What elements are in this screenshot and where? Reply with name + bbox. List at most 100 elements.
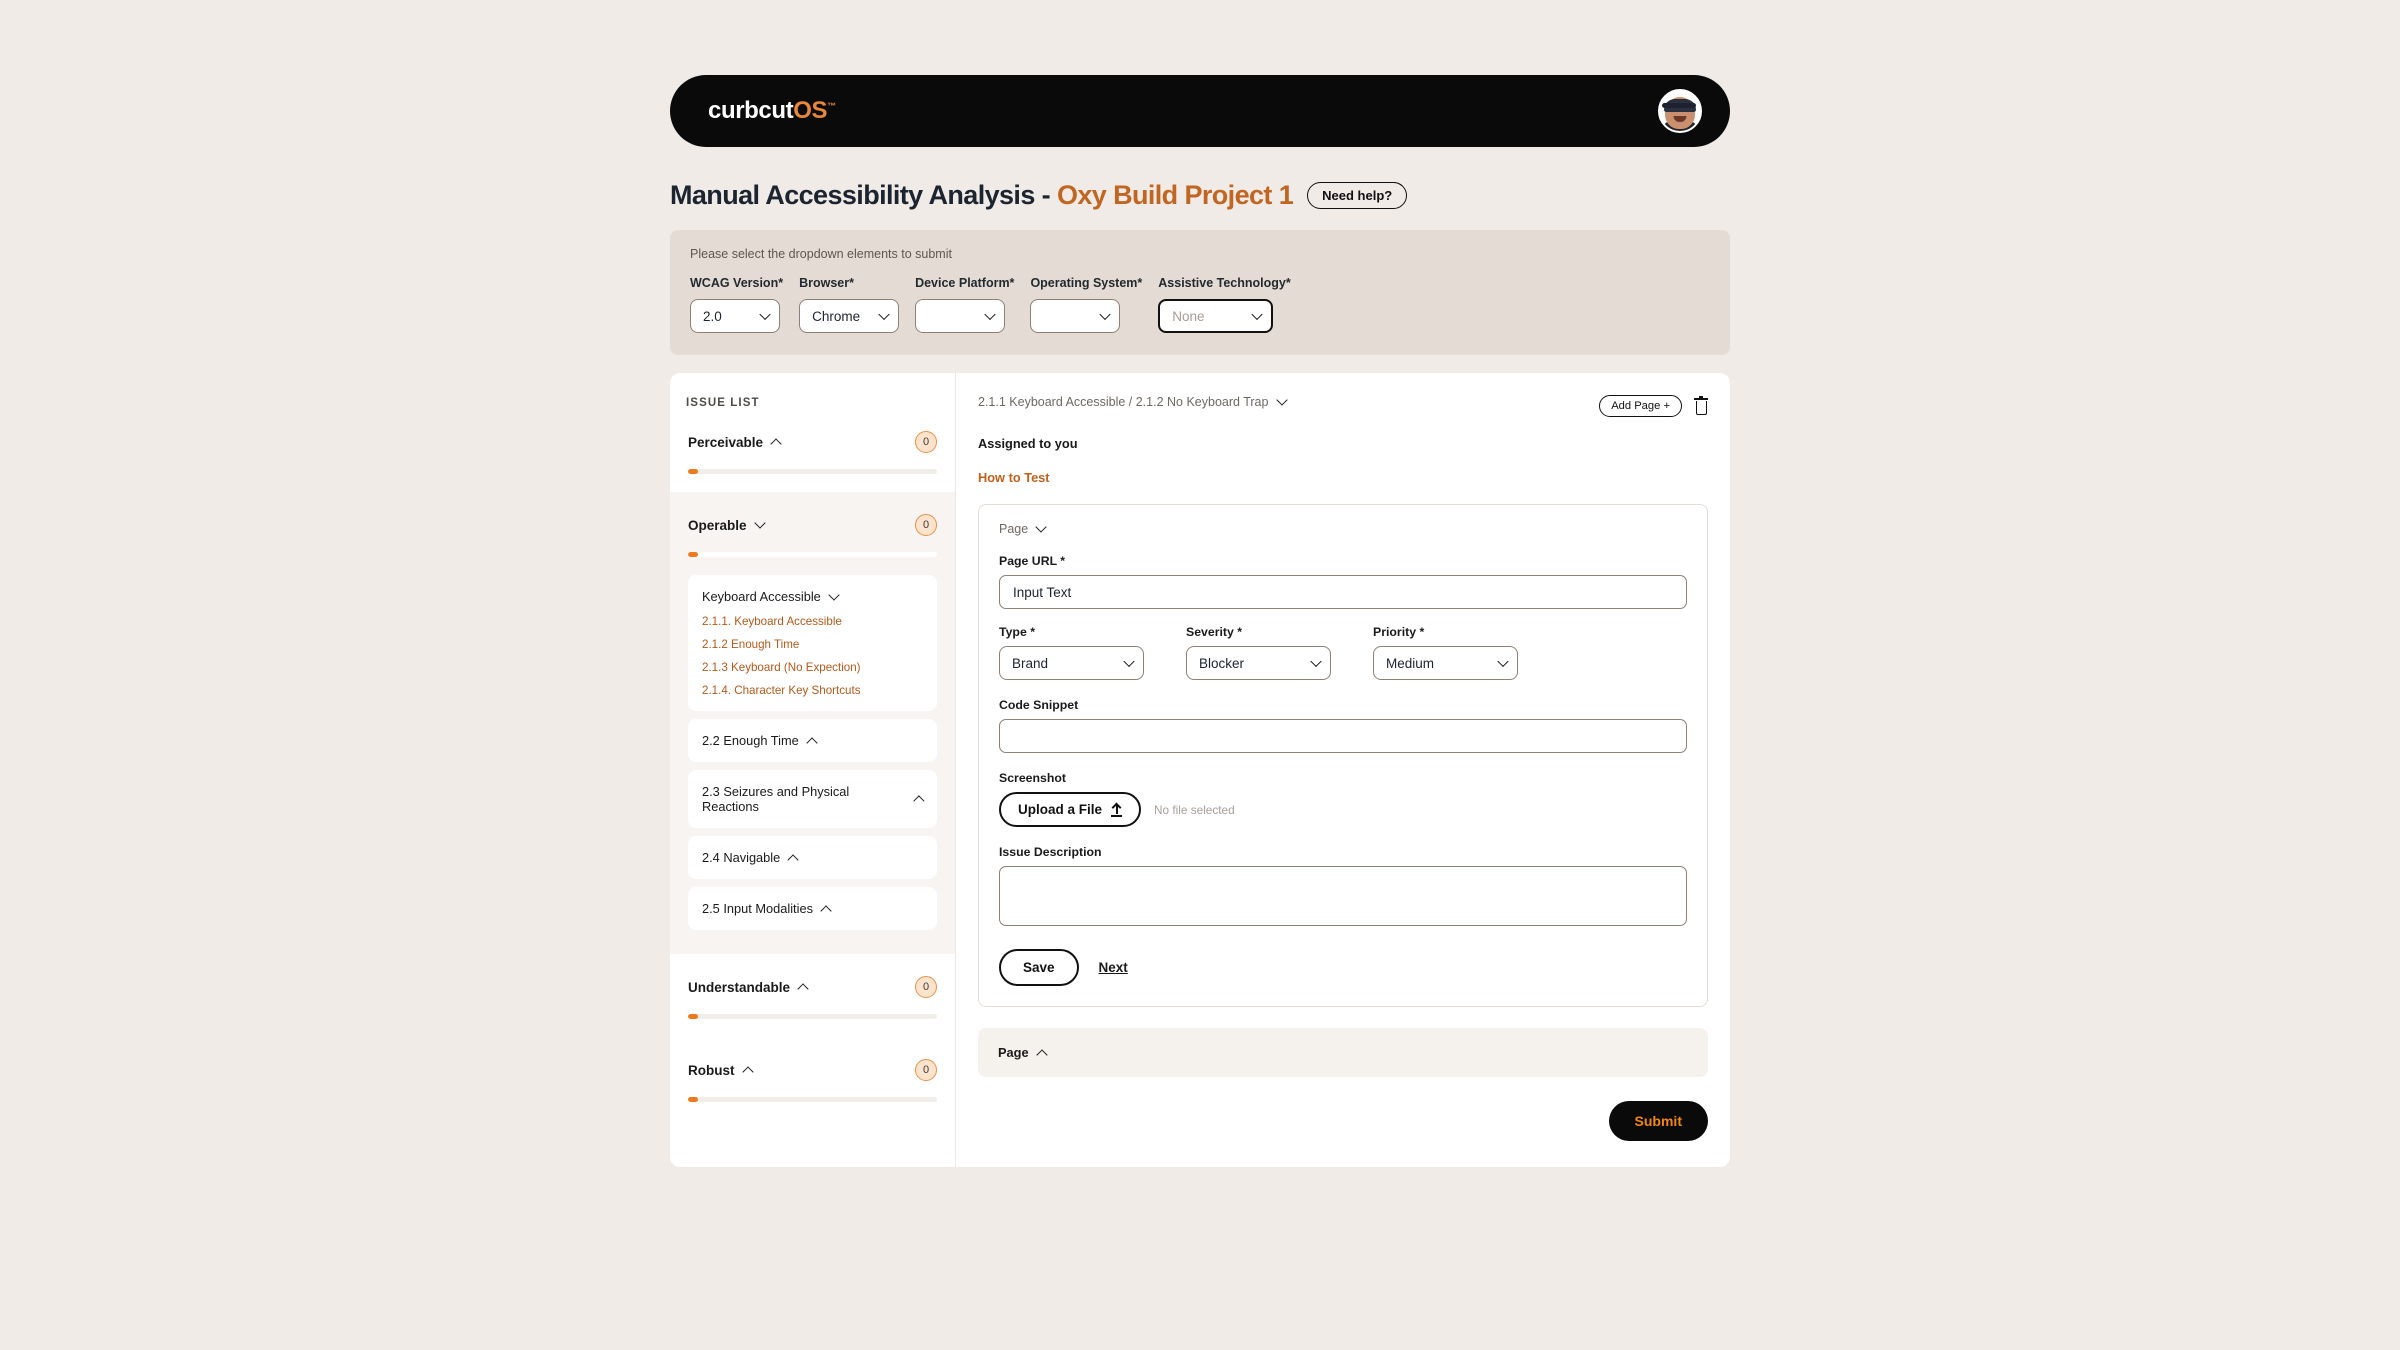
principle-header-robust[interactable]: Robust 0: [684, 1037, 941, 1081]
criterion-item[interactable]: 2.1.4. Character Key Shortcuts: [702, 684, 923, 697]
subgroup-label: Keyboard Accessible: [702, 589, 821, 604]
chevron-down-icon: [1497, 655, 1509, 668]
upload-file-button[interactable]: Upload a File: [999, 792, 1142, 827]
filter-hint: Please select the dropdown elements to s…: [690, 247, 952, 261]
criterion-item[interactable]: 2.1.2 Enough Time: [702, 638, 923, 651]
principle-header-understandable[interactable]: Understandable 0: [684, 954, 941, 998]
sidebar-principle-understandable: Understandable 0: [670, 954, 955, 1019]
form-action-row: Save Next: [999, 949, 1687, 986]
page-accordion-toggle[interactable]: Page: [999, 521, 1687, 536]
subgroup-keyboard-accessible: Keyboard Accessible 2.1.1. Keyboard Acce…: [688, 575, 937, 711]
type-value: Brand: [1012, 655, 1049, 671]
priority-label: Priority *: [1373, 625, 1425, 639]
avatar-cap-brim: [1662, 102, 1697, 108]
subgroup-header-input-modalities[interactable]: 2.5 Input Modalities: [702, 901, 923, 917]
filter-label-assistive: Assistive Technology*: [1158, 276, 1291, 290]
issue-description-textarea[interactable]: [999, 866, 1687, 926]
subgroup-seizures[interactable]: 2.3 Seizures and Physical Reactions: [688, 770, 937, 828]
chevron-down-icon: [984, 308, 996, 321]
second-page-accordion-label: Page: [998, 1045, 1029, 1060]
breadcrumb[interactable]: 2.1.1 Keyboard Accessible / 2.1.2 No Key…: [978, 394, 1289, 409]
breadcrumb-text: 2.1.1 Keyboard Accessible / 2.1.2 No Key…: [978, 395, 1269, 409]
criterion-item[interactable]: 2.1.1. Keyboard Accessible: [702, 615, 923, 628]
priority-select[interactable]: Medium: [1373, 646, 1518, 680]
principle-name-wrap: Understandable: [688, 979, 809, 995]
second-page-accordion[interactable]: Page: [978, 1028, 1708, 1077]
filter-operating-system: Operating System*: [1030, 276, 1142, 333]
chevron-down-icon: [1251, 308, 1263, 321]
filter-assistive-technology: Assistive Technology* None: [1158, 276, 1291, 333]
chevron-down-icon: [828, 588, 840, 601]
progress-fill: [688, 552, 698, 557]
code-snippet-input[interactable]: [999, 719, 1687, 753]
severity-field: Severity * Blocker: [1186, 625, 1331, 680]
principle-progress-bar: [688, 1097, 937, 1102]
progress-fill: [688, 1014, 698, 1019]
chevron-up-icon: [1035, 1048, 1048, 1061]
browser-select[interactable]: Chrome: [799, 299, 900, 333]
principle-progress-bar: [688, 469, 937, 474]
sidebar-principle-robust: Robust 0: [670, 1037, 955, 1102]
principle-progress-bar: [688, 1014, 937, 1019]
subgroup-input-modalities[interactable]: 2.5 Input Modalities: [688, 887, 937, 930]
assistive-technology-select[interactable]: None: [1158, 299, 1274, 333]
chevron-down-icon: [1276, 394, 1289, 406]
type-field: Type * Brand: [999, 625, 1144, 680]
severity-select[interactable]: Blocker: [1186, 646, 1331, 680]
principle-count-badge: 0: [915, 976, 937, 998]
main-panel-header: 2.1.1 Keyboard Accessible / 2.1.2 No Key…: [978, 394, 1708, 417]
type-label: Type *: [999, 625, 1035, 639]
content-area: ISSUE LIST Perceivable 0 Operable 0 Keyb…: [670, 373, 1730, 1167]
issue-description-label: Issue Description: [999, 845, 1102, 859]
filter-label-device: Device Platform*: [915, 276, 1015, 290]
principle-label-understandable: Understandable: [688, 979, 791, 995]
page-url-input[interactable]: [999, 575, 1687, 609]
principle-header-operable[interactable]: Operable 0: [684, 492, 941, 536]
curbcut-logo[interactable]: curbcutOS™: [708, 97, 836, 125]
need-help-button[interactable]: Need help?: [1307, 182, 1408, 209]
chevron-down-icon: [753, 517, 766, 529]
chevron-up-icon: [820, 904, 832, 917]
principle-header-perceivable[interactable]: Perceivable 0: [684, 409, 941, 453]
chevron-up-icon: [787, 853, 799, 866]
subgroup-navigable[interactable]: 2.4 Navigable: [688, 836, 937, 879]
avatar[interactable]: [1658, 89, 1702, 133]
assigned-label: Assigned to you: [978, 436, 1078, 451]
subgroup-header-seizures[interactable]: 2.3 Seizures and Physical Reactions: [702, 784, 925, 814]
principle-name-wrap: Perceivable: [688, 435, 782, 450]
subgroup-header-navigable[interactable]: 2.4 Navigable: [702, 850, 923, 866]
page-title-main: Manual Accessibility Analysis -: [670, 180, 1057, 210]
page-title-project: Oxy Build Project 1: [1056, 180, 1294, 210]
next-link[interactable]: Next: [1099, 960, 1128, 975]
assistive-technology-placeholder: None: [1172, 308, 1205, 324]
app-root: curbcutOS™ Manual Accessibility Analysis…: [670, 0, 1730, 1167]
issue-detail-panel: 2.1.1 Keyboard Accessible / 2.1.2 No Key…: [955, 373, 1730, 1167]
save-button[interactable]: Save: [999, 949, 1079, 986]
chevron-down-icon: [1310, 655, 1322, 668]
filter-label-browser: Browser*: [799, 276, 854, 290]
wcag-version-select[interactable]: 2.0: [690, 299, 780, 333]
browser-value: Chrome: [812, 308, 861, 324]
filter-label-os: Operating System*: [1030, 276, 1143, 290]
issue-form-card: Page Page URL * Type * Brand Severity *: [978, 504, 1708, 1007]
subgroup-header-keyboard-accessible[interactable]: Keyboard Accessible: [702, 588, 923, 604]
principle-label-robust: Robust: [688, 1062, 735, 1078]
operating-system-select[interactable]: [1030, 299, 1121, 333]
subgroup-header-enough-time[interactable]: 2.2 Enough Time: [702, 733, 923, 749]
type-select[interactable]: Brand: [999, 646, 1144, 680]
header-actions: Add Page +: [1599, 395, 1708, 417]
subgroup-label: 2.4 Navigable: [702, 850, 781, 865]
criterion-item[interactable]: 2.1.3 Keyboard (No Expection): [702, 661, 923, 674]
subgroup-enough-time[interactable]: 2.2 Enough Time: [688, 719, 937, 762]
no-file-selected-text: No file selected: [1154, 802, 1235, 817]
principle-count-badge: 0: [915, 431, 937, 453]
principle-name-wrap: Robust: [688, 1062, 754, 1078]
wcag-version-value: 2.0: [703, 308, 722, 324]
subgroup-label: 2.2 Enough Time: [702, 733, 799, 748]
trash-icon[interactable]: [1694, 395, 1708, 415]
device-platform-select[interactable]: [915, 299, 1006, 333]
how-to-test-link[interactable]: How to Test: [978, 470, 1708, 485]
submit-button[interactable]: Submit: [1608, 1101, 1708, 1141]
principle-count-badge: 0: [915, 1059, 937, 1081]
add-page-button[interactable]: Add Page +: [1599, 395, 1682, 417]
